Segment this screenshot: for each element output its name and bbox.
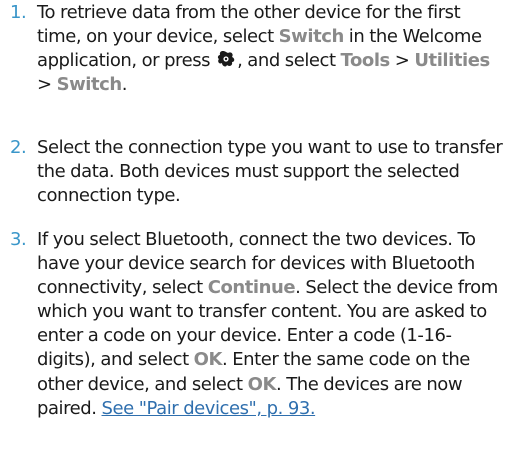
ui-term-utilities: Utilities bbox=[414, 50, 490, 72]
step-number: 1. bbox=[10, 2, 27, 23]
menu-separator: > bbox=[389, 50, 415, 72]
step-2: 2. Select the connection type you want t… bbox=[0, 136, 505, 208]
ui-term-tools: Tools bbox=[340, 50, 391, 72]
ui-term-continue: Continue bbox=[207, 277, 296, 299]
menu-separator: > bbox=[37, 74, 57, 96]
text-segment: , and select bbox=[237, 50, 341, 72]
step-text: Select the connection type you want to u… bbox=[37, 137, 503, 207]
step-text: To retrieve data from the other device f… bbox=[37, 1, 505, 97]
step-number: 2. bbox=[10, 137, 27, 158]
menu-key-icon bbox=[217, 51, 235, 67]
text-segment: . bbox=[121, 74, 128, 96]
pair-devices-link[interactable]: See "Pair devices", p. 93. bbox=[102, 398, 316, 419]
ui-term-ok: OK bbox=[247, 373, 277, 395]
step-3: 3. If you select Bluetooth, connect the … bbox=[0, 228, 505, 421]
step-text: If you select Bluetooth, connect the two… bbox=[37, 228, 505, 421]
step-number: 3. bbox=[10, 229, 27, 250]
instruction-document: 1. To retrieve data from the other devic… bbox=[0, 0, 514, 453]
ui-term-switch: Switch bbox=[56, 74, 123, 96]
step-1: 1. To retrieve data from the other devic… bbox=[0, 1, 505, 97]
ui-term-switch: Switch bbox=[278, 26, 345, 48]
ui-term-ok: OK bbox=[193, 349, 223, 371]
